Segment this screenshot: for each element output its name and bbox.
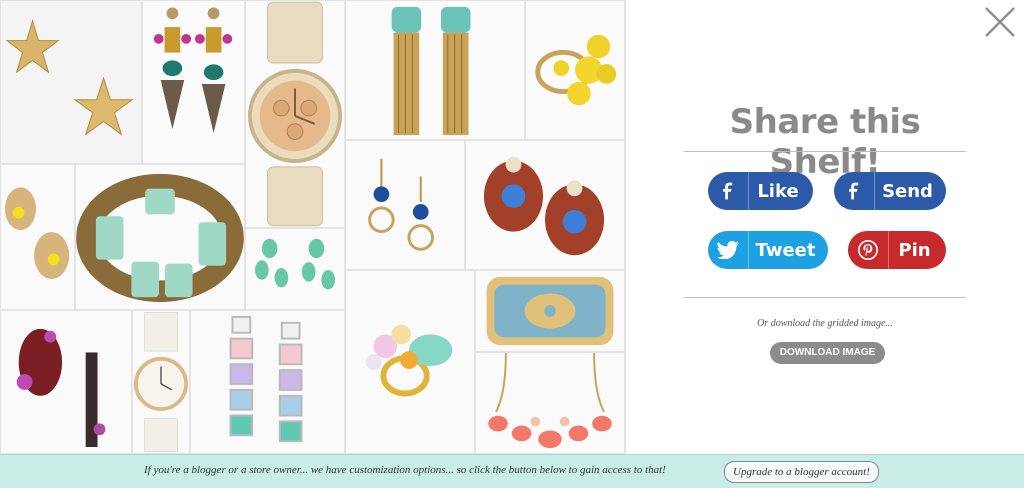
product-tile-jeweled-beetle-earrings xyxy=(465,140,625,270)
product-tile-white-watch xyxy=(132,310,190,454)
product-tile-cocktail-ring xyxy=(345,270,475,454)
close-icon[interactable] xyxy=(984,6,1016,38)
pinterest-pin-button[interactable]: Pin xyxy=(848,231,946,269)
promo-message: If you're a blogger or a store owner... … xyxy=(144,464,666,476)
pinterest-icon xyxy=(848,231,889,269)
product-tile-blue-cuff xyxy=(475,270,625,352)
pinterest-pin-label: Pin xyxy=(898,239,931,261)
product-tile-yellow-cluster-ring xyxy=(525,0,625,140)
share-panel: Share this Shelf! Like Send Tweet Pin Or… xyxy=(626,0,1024,454)
product-tile-pastel-square-earrings xyxy=(190,310,345,454)
product-tile-blue-hoop-earrings xyxy=(345,140,465,270)
product-tile-turquoise-fringe-earrings xyxy=(345,0,525,140)
product-tile-coral-necklace xyxy=(475,352,625,454)
blogger-promo-bar: If you're a blogger or a store owner... … xyxy=(0,454,1024,488)
upgrade-blogger-account-button[interactable]: Upgrade to a blogger account! xyxy=(724,461,879,483)
facebook-like-button[interactable]: Like xyxy=(708,172,813,210)
product-tile-mint-bracelet xyxy=(75,164,245,310)
product-tile-red-crystal-brooch xyxy=(0,310,132,454)
download-image-button[interactable]: DOWNLOAD IMAGE xyxy=(770,342,885,364)
facebook-send-button[interactable]: Send xyxy=(834,172,946,210)
facebook-icon xyxy=(708,172,749,210)
divider-top xyxy=(684,151,966,152)
divider-bottom xyxy=(684,297,966,298)
facebook-icon xyxy=(834,172,875,210)
twitter-icon xyxy=(708,231,749,269)
twitter-tweet-button[interactable]: Tweet xyxy=(708,231,828,269)
twitter-tweet-label: Tweet xyxy=(755,239,816,261)
facebook-like-label: Like xyxy=(757,180,799,202)
product-tile-gold-watch xyxy=(245,0,345,228)
product-tile-flower-earrings xyxy=(0,164,75,310)
product-tile-skull-drop-earrings xyxy=(142,0,245,164)
product-tile-starfish-earrings xyxy=(0,0,142,164)
product-tile-mint-drop-earrings xyxy=(245,228,345,310)
download-prompt-text: Or download the gridded image... xyxy=(757,318,893,329)
product-grid xyxy=(0,0,626,454)
share-title: Share this Shelf! xyxy=(729,102,921,182)
facebook-send-label: Send xyxy=(882,180,933,202)
